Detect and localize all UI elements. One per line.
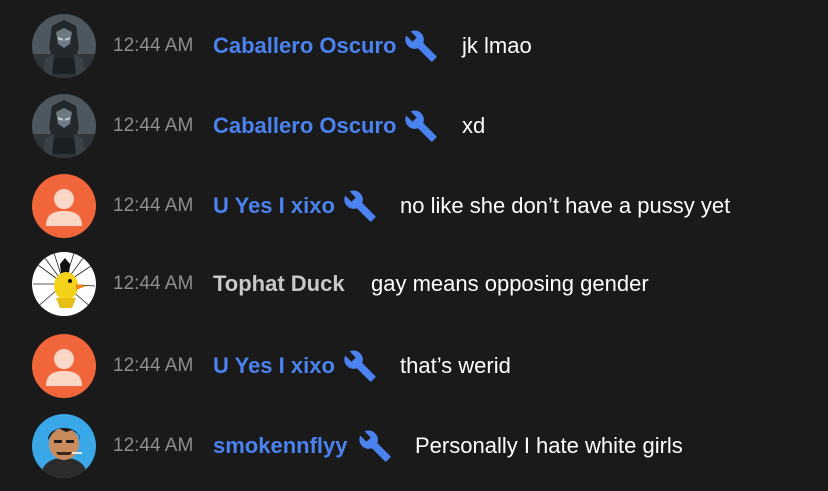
- chat-log: 12:44 AM Caballero Oscuro jk lmao 12:44 …: [0, 0, 828, 491]
- author-name[interactable]: Tophat Duck: [213, 271, 345, 297]
- message-timestamp: 12:44 AM: [113, 195, 194, 216]
- chat-message: 12:44 AM smokennflyy Personally I hate w…: [0, 406, 828, 486]
- message-timestamp: 12:44 AM: [113, 35, 194, 56]
- wrench-icon: [404, 29, 438, 63]
- wrench-icon: [343, 189, 377, 223]
- message-text: jk lmao: [462, 33, 532, 58]
- message-text: gay means opposing gender: [371, 271, 649, 296]
- dark-knight-avatar[interactable]: [32, 94, 96, 158]
- wrench-icon: [343, 349, 377, 383]
- message-timestamp: 12:44 AM: [113, 435, 194, 456]
- message-timestamp: 12:44 AM: [113, 115, 194, 136]
- chat-message: 12:44 AM Caballero Oscuro jk lmao: [0, 6, 828, 86]
- message-timestamp: 12:44 AM: [113, 355, 194, 376]
- yellow-duck-avatar[interactable]: [32, 252, 96, 316]
- message-text: that’s werid: [400, 353, 511, 378]
- default-person-avatar[interactable]: [32, 174, 96, 238]
- author-name[interactable]: Caballero Oscuro: [213, 33, 396, 59]
- chat-message: 12:44 AM U Yes I xixo that’s werid: [0, 326, 828, 406]
- author-name[interactable]: U Yes I xixo: [213, 353, 335, 379]
- author-name[interactable]: Caballero Oscuro: [213, 113, 396, 139]
- default-person-avatar[interactable]: [32, 334, 96, 398]
- dark-knight-avatar[interactable]: [32, 14, 96, 78]
- message-timestamp: 12:44 AM: [113, 273, 194, 294]
- chat-message: 12:44 AM Caballero Oscuro xd: [0, 86, 828, 166]
- chat-message: 12:44 AM Tophat Duck gay means opposing …: [0, 244, 828, 324]
- message-text: xd: [462, 113, 486, 138]
- author-name[interactable]: smokennflyy: [213, 433, 348, 459]
- chat-message: 12:44 AM U Yes I xixo no like she don’t …: [0, 166, 828, 246]
- cartoon-boy-avatar[interactable]: [32, 414, 96, 478]
- wrench-icon: [358, 429, 392, 463]
- wrench-icon: [404, 109, 438, 143]
- message-text: no like she don’t have a pussy yet: [400, 193, 731, 218]
- author-name[interactable]: U Yes I xixo: [213, 193, 335, 219]
- message-text: Personally I hate white girls: [415, 433, 683, 458]
